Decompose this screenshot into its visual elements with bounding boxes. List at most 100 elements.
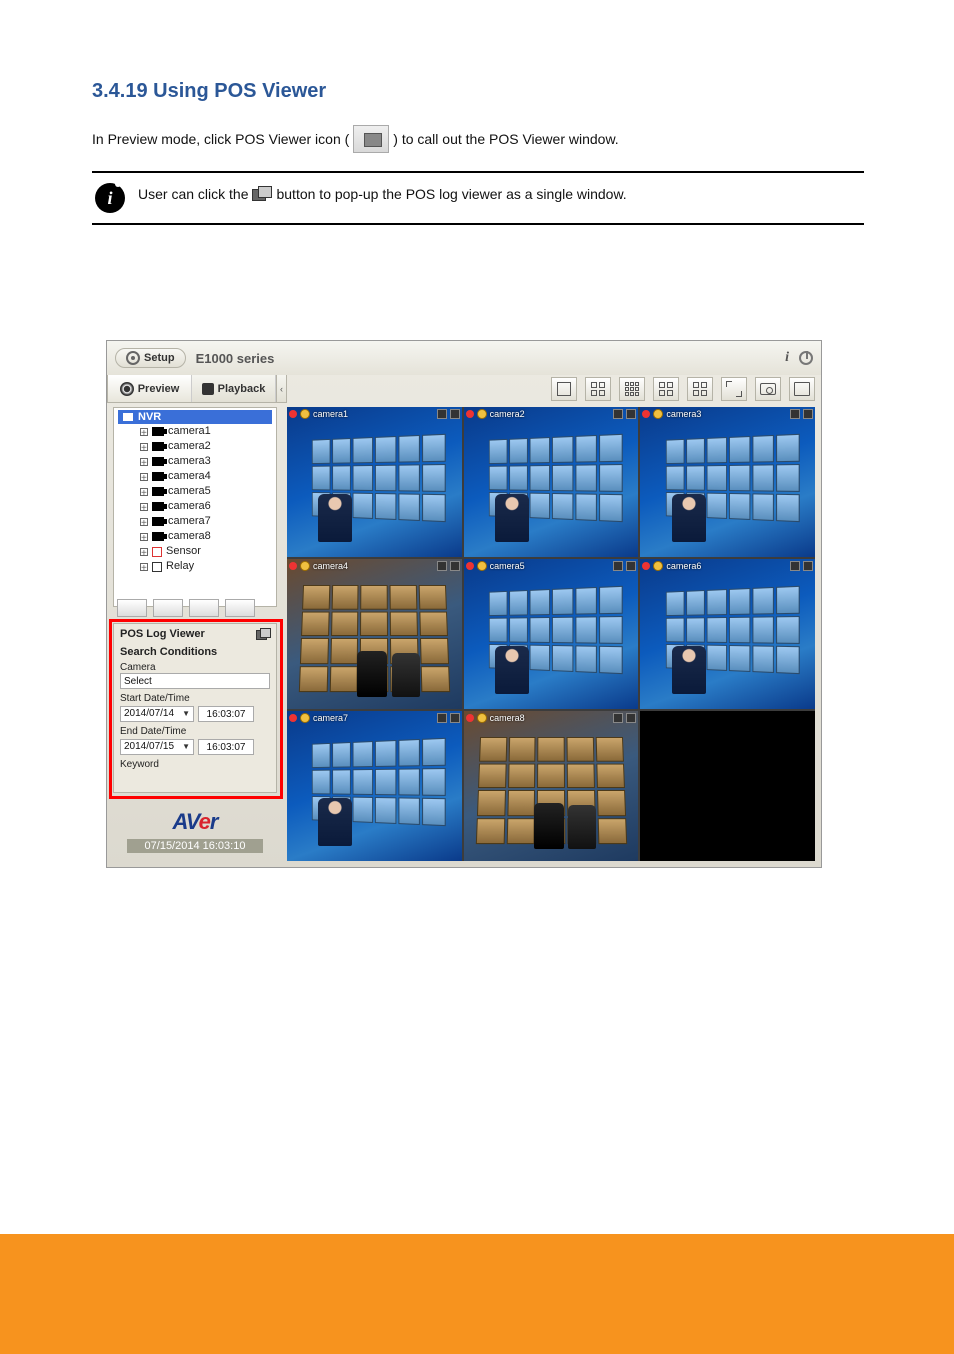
tree-item-camera4[interactable]: camera4: [118, 469, 272, 484]
camera-icon: [152, 427, 164, 436]
expand-icon: [140, 548, 148, 556]
start-date-input[interactable]: 2014/07/14 ▼: [120, 706, 194, 722]
tree-tool-row: [113, 597, 277, 617]
tree-item-camera8[interactable]: camera8: [118, 529, 272, 544]
tree-item-sensor[interactable]: Sensor: [118, 544, 272, 559]
fullscreen-button[interactable]: [721, 377, 747, 401]
recording-icon: [289, 714, 297, 722]
tree-item-camera3[interactable]: camera3: [118, 454, 272, 469]
tree-item-relay[interactable]: Relay: [118, 559, 272, 574]
camera-tile-camera1[interactable]: camera1: [287, 407, 462, 557]
system-datetime: 07/15/2014 16:03:10: [127, 839, 263, 853]
recording-icon: [466, 562, 474, 570]
expand-icon: [140, 443, 148, 451]
scene-person: [672, 494, 706, 542]
ptz-icon: [300, 561, 310, 571]
ptz-icon: [300, 409, 310, 419]
layout-2x2-button[interactable]: [585, 377, 611, 401]
scene-person: [495, 494, 529, 542]
instr-part1: In Preview mode, click POS Viewer icon (: [92, 128, 349, 150]
tree-item-label: camera8: [168, 529, 211, 544]
logo-area: AVer 07/15/2014 16:03:10: [113, 801, 277, 861]
mic-icon: [437, 561, 447, 571]
recording-icon: [642, 410, 650, 418]
record-button[interactable]: [789, 377, 815, 401]
camera-tile-camera8[interactable]: camera8: [464, 711, 639, 861]
expand-icon: [140, 503, 148, 511]
recording-icon: [466, 714, 474, 722]
document-footer: [0, 1234, 954, 1354]
speaker-icon: [450, 713, 460, 723]
camera-icon: [152, 502, 164, 511]
camera-tile-camera5[interactable]: camera5: [464, 559, 639, 709]
tile-overlay: camera6: [640, 559, 815, 573]
camera-icon: [152, 442, 164, 451]
mic-icon: [790, 409, 800, 419]
snapshot-button[interactable]: [755, 377, 781, 401]
tree-item-camera6[interactable]: camera6: [118, 499, 272, 514]
tree-item-camera7[interactable]: camera7: [118, 514, 272, 529]
scene-person: [318, 494, 352, 542]
sensor-icon: [152, 547, 162, 557]
emap-button[interactable]: [153, 599, 183, 617]
about-button[interactable]: i: [785, 350, 789, 366]
instruction-text: In Preview mode, click POS Viewer icon (…: [92, 125, 864, 153]
scene-person: [568, 805, 596, 849]
app-screenshot: Setup E1000 series i Preview Playback ‹: [106, 340, 822, 868]
start-time-input[interactable]: 16:03:07: [198, 706, 254, 722]
pos-log-viewer-panel: POS Log Viewer Search Conditions Camera …: [113, 623, 277, 793]
camera-name-label: camera8: [490, 713, 525, 723]
start-date-value: 2014/07/14: [124, 707, 174, 721]
search-conditions-label: Search Conditions: [120, 646, 270, 658]
tree-item-label: camera6: [168, 499, 211, 514]
layout-auto-button[interactable]: [687, 377, 713, 401]
layout-1x1-button[interactable]: [551, 377, 577, 401]
sidebar-collapse-button[interactable]: ‹: [277, 375, 287, 403]
power-button[interactable]: [799, 351, 813, 365]
camera-tile-camera6[interactable]: camera6: [640, 559, 815, 709]
camera-icon: [152, 487, 164, 496]
camera-select[interactable]: Select: [120, 673, 270, 689]
tab-playback[interactable]: Playback: [192, 375, 276, 402]
relay-icon: [152, 562, 162, 572]
camera-field-label: Camera: [120, 662, 270, 673]
layout-3x3-button[interactable]: [619, 377, 645, 401]
speaker-icon: [626, 409, 636, 419]
ptz-icon: [653, 409, 663, 419]
tree-item-camera5[interactable]: camera5: [118, 484, 272, 499]
divider: [92, 171, 864, 173]
brand-suffix: r: [210, 809, 218, 834]
camera-tile-camera3[interactable]: camera3: [640, 407, 815, 557]
tree-item-camera1[interactable]: camera1: [118, 424, 272, 439]
end-time-input[interactable]: 16:03:07: [198, 739, 254, 755]
tree-item-label: camera4: [168, 469, 211, 484]
recording-icon: [289, 562, 297, 570]
tree-root-nvr[interactable]: NVR: [118, 410, 272, 424]
tab-playback-label: Playback: [218, 383, 266, 395]
tree-item-camera2[interactable]: camera2: [118, 439, 272, 454]
bookmark-button[interactable]: [189, 599, 219, 617]
recording-icon: [642, 562, 650, 570]
tab-preview[interactable]: Preview: [108, 375, 192, 402]
instr-part2: ) to call out the POS Viewer window.: [393, 128, 618, 150]
setup-button[interactable]: Setup: [115, 348, 186, 368]
scene-person: [357, 651, 387, 697]
mic-icon: [437, 409, 447, 419]
ptz-button[interactable]: [117, 599, 147, 617]
camera-tile-camera4[interactable]: camera4: [287, 559, 462, 709]
mic-icon: [790, 561, 800, 571]
expand-icon: [140, 518, 148, 526]
camera-tile-camera2[interactable]: camera2: [464, 407, 639, 557]
keyword-field-label: Keyword: [120, 759, 270, 770]
end-date-input[interactable]: 2014/07/15 ▼: [120, 739, 194, 755]
tile-overlay: camera2: [464, 407, 639, 421]
brand-accent: e: [199, 809, 210, 834]
scene-person: [495, 646, 529, 694]
product-series-label: E1000 series: [196, 351, 275, 366]
layout-custom-button[interactable]: [653, 377, 679, 401]
pos-viewer-button[interactable]: [225, 599, 255, 617]
speaker-icon: [626, 561, 636, 571]
camera-tile-camera7[interactable]: camera7: [287, 711, 462, 861]
popout-button[interactable]: [256, 628, 270, 640]
gear-icon: [126, 351, 140, 365]
